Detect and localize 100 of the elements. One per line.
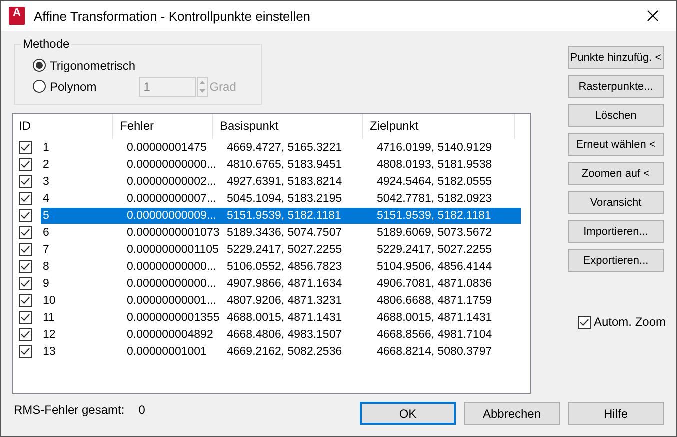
- table-cell-text: 4927.6391, 5183.8214: [227, 176, 344, 188]
- table-cell-text: 0.000000004892: [127, 328, 214, 340]
- checkbox[interactable]: [19, 294, 32, 307]
- column-header[interactable]: Fehler: [113, 114, 213, 139]
- table-cell-text: 4906.7081, 4871.0836: [377, 278, 494, 290]
- table-cell-text: 4668.8566, 4981.7104: [377, 328, 494, 340]
- column-header[interactable]: Zielpunkt: [363, 114, 515, 139]
- app-logo: A: [9, 7, 25, 25]
- column-header[interactable]: Basispunkt: [213, 114, 363, 139]
- dialog-button[interactable]: OK: [360, 402, 456, 425]
- table-cell-text: 4669.2162, 5082.2536: [227, 346, 344, 358]
- dialog-button[interactable]: Abbrechen: [464, 402, 560, 425]
- column-header[interactable]: ID: [13, 114, 113, 139]
- checkbox[interactable]: [19, 158, 32, 171]
- table-cell-text: 0.00000000007...: [127, 192, 218, 204]
- rms-label: RMS-Fehler gesamt:: [14, 403, 125, 417]
- dialog-button[interactable]: Hilfe: [568, 402, 664, 425]
- table-cell-text: 3: [42, 176, 50, 188]
- table-cell-text: 0.00000000009...: [127, 210, 218, 222]
- table-cell-text: 4688.0015, 4871.1431: [227, 312, 344, 324]
- table-cell-text: 5189.6069, 5073.5672: [377, 226, 494, 238]
- table-cell-text: 4688.0015, 4871.1431: [377, 312, 494, 324]
- table-cell-text: 13: [42, 346, 57, 358]
- checkbox[interactable]: [578, 316, 591, 328]
- table-cell-text: 5189.3436, 5074.7507: [227, 226, 344, 238]
- table-cell-text: 5045.1094, 5183.2195: [227, 192, 344, 204]
- list-row[interactable]: 7 0.0000000001105 5229.2417, 5027.2255 5229.2417, 5027.2255: [41, 242, 521, 258]
- list-row[interactable]: 4 0.00000000007... 5045.1094, 5183.2195 5042.7781, 5182.0923: [41, 190, 521, 206]
- list-row[interactable]: 3 0.00000000002... 4927.6391, 5183.8214 4924.5464, 5182.0555: [41, 174, 521, 190]
- list-row[interactable]: 9 0.00000000000... 4907.9866, 4871.1634 4906.7081, 4871.0836: [41, 276, 521, 292]
- table-cell-text: 0.00000000000...: [127, 158, 218, 170]
- table-cell-text: 8: [42, 260, 50, 272]
- checkbox[interactable]: [19, 345, 32, 358]
- checkbox[interactable]: [19, 311, 32, 324]
- rms-value: 0: [138, 403, 146, 417]
- action-button[interactable]: Voransicht: [568, 191, 664, 214]
- table-cell-text: 4669.4727, 5165.3221: [227, 142, 344, 154]
- window-title: Affine Transformation - Kontrollpunkte einstellen: [34, 8, 312, 24]
- table-cell-text: 5104.9506, 4856.4144: [377, 260, 494, 272]
- table-cell-text: 6: [42, 226, 50, 238]
- table-cell-text: 0.00000000000...: [127, 278, 218, 290]
- degree-unit: Grad: [210, 80, 236, 94]
- table-cell-text: 1: [42, 142, 50, 154]
- table-cell-text: 0.00000000001...: [127, 294, 218, 306]
- action-button[interactable]: Zoomen auf <: [568, 162, 664, 185]
- radio-label[interactable]: Trigonometrisch: [50, 58, 136, 72]
- list-row[interactable]: 13 0.00000001001 4669.2162, 5082.2536 4668.8214, 5080.3797: [41, 344, 521, 360]
- action-button[interactable]: Rasterpunkte...: [568, 75, 664, 98]
- table-cell-text: 4716.0199, 5140.9129: [377, 142, 494, 154]
- action-button[interactable]: Importieren...: [568, 220, 664, 243]
- checkbox[interactable]: [19, 277, 32, 290]
- table-cell-text: 0.0000000001105: [127, 244, 220, 256]
- table-cell-text: 9: [42, 278, 50, 290]
- table-cell-text: 7: [42, 244, 50, 256]
- table-cell-text: 5151.9539, 5182.1181: [377, 210, 492, 222]
- action-button[interactable]: Punkte hinzufüg. <: [568, 46, 664, 69]
- close-icon[interactable]: [646, 9, 660, 23]
- action-button[interactable]: Löschen: [568, 104, 664, 127]
- action-button[interactable]: Erneut wählen <: [568, 133, 664, 156]
- list-row[interactable]: 1 0.00000001475 4669.4727, 5165.3221 4716.0199, 5140.9129: [41, 140, 521, 156]
- checkbox[interactable]: [19, 192, 32, 205]
- list-row[interactable]: 6 0.0000000001073 5189.3436, 5074.7507 5189.6069, 5073.5672: [41, 224, 521, 240]
- table-cell-text: 0.00000000000...: [127, 260, 218, 272]
- table-cell-text: 5106.0552, 4856.7823: [227, 260, 344, 272]
- checkbox[interactable]: [19, 260, 32, 273]
- table-cell-text: 11: [42, 312, 56, 324]
- table-cell-text: 0.00000001475: [127, 142, 208, 154]
- checkbox-label[interactable]: Autom. Zoom: [594, 315, 666, 329]
- table-cell-text: 5042.7781, 5182.0923: [377, 192, 494, 204]
- table-cell-text: 5: [42, 210, 50, 222]
- radio-button[interactable]: [33, 80, 46, 93]
- table-cell-text: 2: [42, 158, 50, 170]
- table-cell-text: 4808.0193, 5181.9538: [377, 158, 494, 170]
- table-cell-text: 10: [42, 294, 57, 306]
- list-row[interactable]: 12 0.000000004892 4668.4806, 4983.1507 4668.8566, 4981.7104: [41, 326, 521, 342]
- table-cell-text: 4668.8214, 5080.3797: [377, 346, 494, 358]
- list-row[interactable]: 11 0.0000000001355 4688.0015, 4871.1431 4688.0015, 4871.1431: [41, 310, 521, 326]
- table-cell-text: 4807.9206, 4871.3231: [227, 294, 344, 306]
- table-cell-text: 5151.9539, 5182.1181: [227, 210, 342, 222]
- table-cell-text: 0.0000000001073: [127, 226, 221, 238]
- list-row[interactable]: 10 0.00000000001... 4807.9206, 4871.3231 4806.6688, 4871.1759: [41, 292, 521, 308]
- table-cell-text: 4810.6765, 5183.9451: [227, 158, 344, 170]
- list-row[interactable]: 8 0.00000000000... 5106.0552, 4856.7823 5104.9506, 4856.4144: [41, 258, 521, 274]
- table-cell-text: 5229.2417, 5027.2255: [227, 244, 344, 256]
- checkbox[interactable]: [19, 209, 32, 222]
- group-title: Methode: [21, 37, 72, 51]
- table-cell-text: 4806.6688, 4871.1759: [377, 294, 494, 306]
- radio-label[interactable]: Polynom: [50, 80, 97, 94]
- checkbox[interactable]: [19, 141, 32, 154]
- list-row[interactable]: 2 0.00000000000... 4810.6765, 5183.9451 4808.0193, 5181.9538: [41, 156, 521, 172]
- checkbox[interactable]: [19, 243, 32, 256]
- table-cell-text: 0.00000000002...: [127, 176, 218, 188]
- checkbox[interactable]: [19, 328, 32, 341]
- radio-button[interactable]: [33, 59, 46, 72]
- list-row[interactable]: 5 0.00000000009... 5151.9539, 5182.1181 5151.9539, 5182.1181: [41, 208, 521, 224]
- table-cell-text: 4924.5464, 5182.0555: [377, 176, 494, 188]
- table-cell-text: 4907.9866, 4871.1634: [227, 278, 344, 290]
- checkbox[interactable]: [19, 175, 32, 188]
- checkbox[interactable]: [19, 226, 32, 239]
- action-button[interactable]: Exportieren...: [568, 249, 664, 272]
